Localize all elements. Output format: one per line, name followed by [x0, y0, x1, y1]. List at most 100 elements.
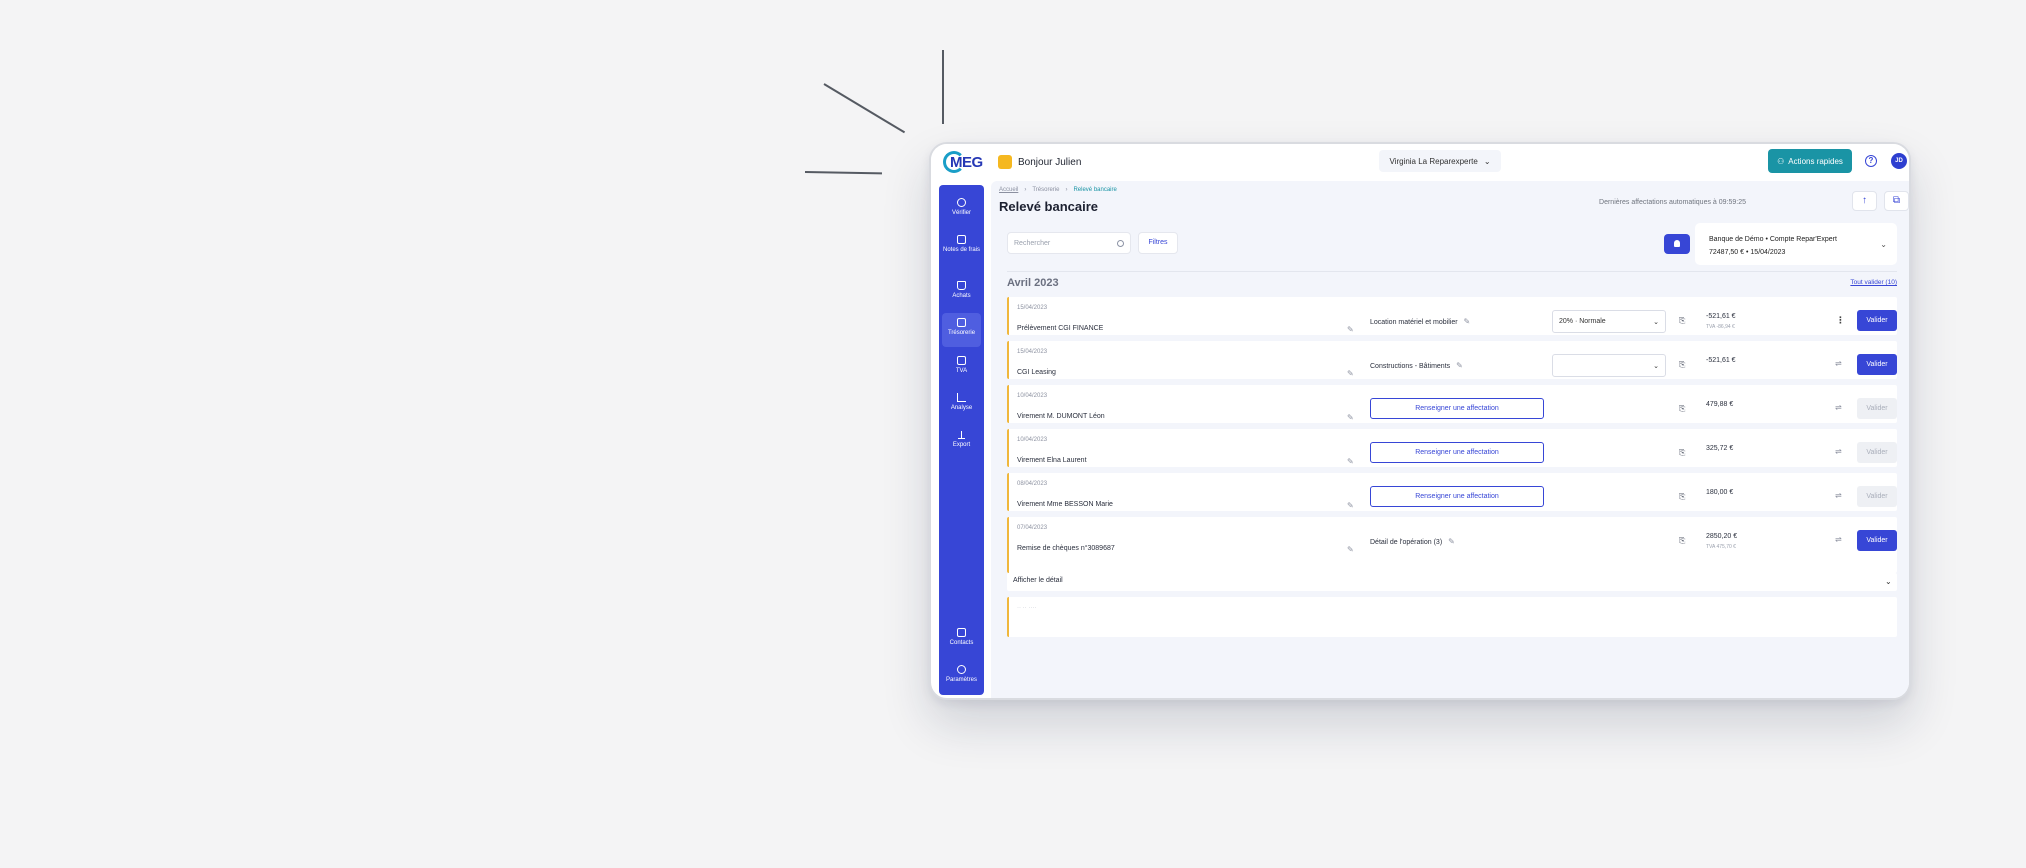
receipt-icon	[957, 235, 966, 244]
validate-button[interactable]: Valider	[1857, 398, 1897, 419]
transaction-date: 08/04/2023	[1017, 481, 1048, 487]
split-icon[interactable]: ⇌	[1835, 535, 1842, 544]
validate-button[interactable]: Valider	[1857, 530, 1897, 551]
transaction-row: ·· ·· ····	[1007, 597, 1897, 637]
split-icon[interactable]: ⇌	[1835, 403, 1842, 412]
split-icon[interactable]: ⇌	[1835, 447, 1842, 456]
assign-button[interactable]: Renseigner une affectation	[1370, 486, 1544, 507]
validate-all-link[interactable]: Tout valider (10)	[1751, 279, 1897, 286]
amount: 2850,20 €	[1706, 533, 1738, 540]
edit-icon[interactable]: ✎	[1347, 501, 1354, 510]
paperclip-icon[interactable]: ⎘	[1679, 492, 1685, 502]
transaction-label: Prélèvement CGI FINANCE	[1017, 325, 1104, 332]
sidebar-item-achats[interactable]: Achats	[942, 276, 981, 310]
search-placeholder: Rechercher	[1014, 239, 1051, 247]
transaction-date: 15/04/2023	[1017, 305, 1048, 311]
account-name: Compte Repar'Expert	[1769, 236, 1837, 243]
sidebar-item-tva[interactable]: TVA	[942, 351, 981, 385]
transaction-row: 10/04/2023 Virement M. DUMONT Léon ✎ Ren…	[1007, 385, 1897, 423]
paperclip-icon[interactable]: ⎘	[1679, 404, 1685, 414]
show-detail-link[interactable]: Afficher le détail	[1013, 577, 1063, 584]
breadcrumb-home[interactable]: Accueil	[999, 187, 1018, 193]
validate-button[interactable]: Valider	[1857, 354, 1897, 375]
decorative-line	[823, 83, 906, 134]
edit-icon[interactable]: ✎	[1347, 457, 1354, 466]
sidebar-item-export[interactable]: Export	[942, 425, 981, 459]
amount: 180,00 €	[1706, 489, 1734, 496]
month-heading: Avril 2023	[1007, 277, 1059, 289]
transaction-label: Virement Elna Laurent	[1017, 457, 1087, 464]
edit-icon[interactable]: ✎	[1456, 361, 1463, 370]
meg-logo[interactable]: MEG	[943, 151, 983, 173]
show-detail-row[interactable]: Afficher le détail ⌄	[1007, 573, 1897, 591]
transaction-date: 07/04/2023	[1017, 525, 1048, 531]
paperclip-icon[interactable]: ⎘	[1679, 316, 1685, 326]
validate-button[interactable]: Valider	[1857, 442, 1897, 463]
edit-icon[interactable]: ✎	[1347, 369, 1354, 378]
bank-icon	[957, 318, 966, 327]
edit-icon[interactable]: ✎	[1347, 545, 1354, 554]
sidebar-item-label: Achats	[952, 293, 971, 299]
breadcrumb-tresorerie[interactable]: Trésorerie	[1032, 187, 1059, 193]
amount: -521,61 €	[1706, 357, 1736, 364]
sidebar-item-parametres[interactable]: Paramètres	[942, 660, 981, 694]
sidebar-item-label: Vérifier	[951, 210, 971, 216]
chevron-down-icon: ⌄	[1880, 240, 1887, 249]
edit-icon[interactable]: ✎	[1347, 325, 1354, 334]
people-icon: ⚇	[1777, 156, 1785, 166]
sidebar-item-notes-de-frais[interactable]: Notes de frais	[942, 230, 981, 270]
avatar[interactable]: JD	[1891, 153, 1907, 169]
help-icon[interactable]: ?	[1865, 155, 1877, 167]
transaction-date-partial: ·· ·· ····	[1017, 605, 1037, 611]
sidebar-item-analyse[interactable]: Analyse	[942, 388, 981, 422]
search-icon	[1117, 239, 1124, 247]
category-label: Location matériel et mobilier	[1370, 319, 1458, 326]
filters-button[interactable]: Filtres	[1138, 232, 1178, 254]
edit-icon[interactable]: ✎	[1347, 413, 1354, 422]
chevron-down-icon: ⌄	[1483, 156, 1491, 166]
sidebar-item-label: TVA	[955, 368, 968, 374]
sidebar-item-tresorerie[interactable]: Trésorerie	[942, 313, 981, 347]
category-field[interactable]: Constructions - Bâtiments ✎	[1370, 361, 1463, 370]
more-options-icon[interactable]: ⋮	[1836, 315, 1845, 326]
operation-detail-field[interactable]: Détail de l'opération (3) ✎	[1370, 537, 1455, 546]
copy-button[interactable]: ⧉	[1884, 191, 1909, 211]
amount: -521,61 €	[1706, 313, 1736, 320]
decorative-line	[804, 171, 883, 175]
assign-button[interactable]: Renseigner une affectation	[1370, 398, 1544, 419]
notification-button[interactable]	[1664, 234, 1690, 254]
tva-select[interactable]: 20% · Normale ⌄	[1552, 310, 1666, 333]
edit-icon[interactable]: ✎	[1448, 537, 1455, 546]
category-field[interactable]: Location matériel et mobilier ✎	[1370, 317, 1470, 326]
paperclip-icon[interactable]: ⎘	[1679, 448, 1685, 458]
amount: 325,72 €	[1706, 445, 1734, 452]
contacts-icon	[957, 628, 966, 637]
split-icon[interactable]: ⇌	[1835, 491, 1842, 500]
chevron-down-icon: ⌄	[1885, 577, 1892, 586]
paperclip-icon[interactable]: ⎘	[1679, 360, 1685, 370]
breadcrumb-current: Relevé bancaire	[1073, 187, 1117, 193]
divider	[1007, 271, 1897, 272]
chevron-down-icon: ⌄	[1653, 362, 1659, 370]
edit-icon[interactable]: ✎	[1464, 317, 1471, 326]
tva-amount: TVA -86,94 €	[1706, 324, 1735, 330]
logo-text: MEG	[950, 154, 983, 171]
company-name: Virginia La Reparexperte	[1389, 156, 1478, 166]
upload-button[interactable]: ↑	[1852, 191, 1877, 211]
tva-select[interactable]: ⌄	[1552, 354, 1666, 377]
last-auto-assign-text: Dernières affectations automatiques à 09…	[1599, 199, 1746, 206]
split-icon[interactable]: ⇌	[1835, 359, 1842, 368]
quick-actions-button[interactable]: ⚇ Actions rapides	[1768, 149, 1852, 173]
search-input[interactable]: Rechercher	[1007, 232, 1131, 254]
validate-button[interactable]: Valider	[1857, 310, 1897, 331]
validate-button[interactable]: Valider	[1857, 486, 1897, 507]
assign-button[interactable]: Renseigner une affectation	[1370, 442, 1544, 463]
sidebar-item-label: Export	[952, 442, 971, 448]
sidebar-item-contacts[interactable]: Contacts	[942, 623, 981, 657]
company-selector[interactable]: Virginia La Reparexperte ⌄	[1379, 150, 1501, 172]
account-selector[interactable]: Banque de Démo • Compte Repar'Expert 724…	[1695, 223, 1897, 265]
paperclip-icon[interactable]: ⎘	[1679, 536, 1685, 546]
account-line-1: Banque de Démo • Compte Repar'Expert	[1709, 233, 1883, 246]
sidebar-item-verifier[interactable]: Vérifier	[942, 193, 981, 227]
chevron-down-icon: ⌄	[1653, 318, 1659, 326]
